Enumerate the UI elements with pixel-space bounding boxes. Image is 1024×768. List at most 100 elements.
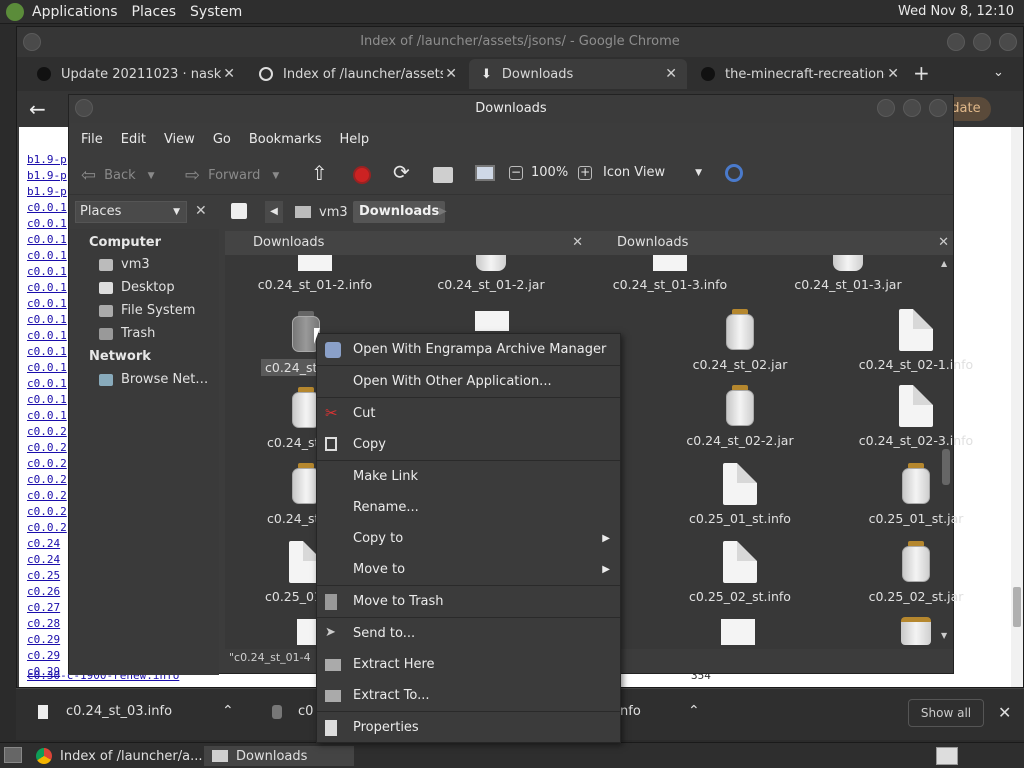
file-link[interactable]: c0.24: [27, 553, 60, 566]
chrome-menu-button[interactable]: [23, 33, 41, 51]
file-item[interactable]: c0.24_st_02.jar: [665, 309, 815, 372]
taskbar-chrome[interactable]: Index of /launcher/a...: [36, 746, 203, 766]
menu-file[interactable]: File: [81, 132, 103, 147]
tab-update[interactable]: Update 20211023 · nasko22 ✕: [25, 59, 245, 89]
file-item[interactable]: c0.24_st_02-3.info: [841, 385, 991, 448]
chevron-up-icon[interactable]: ⌃: [688, 703, 700, 719]
menu-item-open-with-engrampa[interactable]: Open With Engrampa Archive Manager: [317, 334, 620, 365]
menu-edit[interactable]: Edit: [121, 132, 146, 147]
download-item-2[interactable]: c0: [298, 704, 313, 719]
mate-logo-icon[interactable]: [6, 2, 24, 21]
file-item[interactable]: c0.24_st_01-3.jar: [773, 255, 923, 292]
file-item[interactable]: c0.24_st_01-2.jar: [421, 255, 561, 292]
file-link[interactable]: b1.9-p: [27, 185, 67, 198]
menu-help[interactable]: Help: [339, 132, 369, 147]
path-segment-downloads[interactable]: Downloads: [353, 201, 446, 223]
taskbar-downloads[interactable]: Downloads: [204, 746, 354, 766]
chevron-down-icon[interactable]: ▼: [148, 171, 155, 181]
file-link[interactable]: c0.29: [27, 649, 60, 662]
file-link[interactable]: c0.0.1: [27, 217, 67, 230]
file-link[interactable]: c0.0.2: [27, 441, 67, 454]
menu-view[interactable]: View: [164, 132, 195, 147]
file-link[interactable]: c0.27: [27, 601, 60, 614]
home-icon[interactable]: [433, 167, 453, 183]
sidebar-item-desktop[interactable]: Desktop: [99, 280, 175, 295]
path-right-arrow[interactable]: ▶: [439, 201, 451, 223]
menu-item-extract-here[interactable]: Extract Here: [317, 649, 620, 680]
show-all-button[interactable]: Show all: [908, 699, 984, 727]
chrome-minimize-button[interactable]: [947, 33, 965, 51]
close-icon[interactable]: ✕: [938, 235, 949, 250]
back-button[interactable]: ⇦ Back ▼: [81, 165, 155, 186]
file-link[interactable]: c0.0.1: [27, 249, 67, 262]
file-link[interactable]: c0.0.2: [27, 425, 67, 438]
menu-item-copy[interactable]: Copy: [317, 429, 620, 460]
file-link[interactable]: c0.29: [27, 633, 60, 646]
scroll-down-icon[interactable]: ▼: [941, 631, 947, 640]
close-icon[interactable]: ✕: [223, 66, 235, 82]
sidebar-item-trash[interactable]: Trash: [99, 326, 155, 341]
close-icon[interactable]: ✕: [445, 66, 457, 82]
file-link[interactable]: c0.0.1: [27, 393, 67, 406]
close-icon[interactable]: ✕: [195, 203, 207, 219]
view-selector[interactable]: Icon View ▼: [603, 165, 702, 180]
zoom-control[interactable]: − 100% +: [509, 165, 593, 180]
file-link[interactable]: c0.0.1: [27, 233, 67, 246]
caja-menu-button[interactable]: [75, 99, 93, 117]
caja-maximize-button[interactable]: [903, 99, 921, 117]
file-link[interactable]: c0.0.1: [27, 265, 67, 278]
page-scrollbar[interactable]: [1011, 127, 1023, 687]
menu-item-send-to[interactable]: ➤ Send to...: [317, 618, 620, 649]
file-link[interactable]: c0.26: [27, 585, 60, 598]
file-link[interactable]: b1.9-p: [27, 169, 67, 182]
file-link[interactable]: c0.0.1: [27, 377, 67, 390]
applications-menu[interactable]: Applications: [32, 4, 118, 20]
menu-item-move-to-trash[interactable]: Move to Trash: [317, 586, 620, 617]
file-link[interactable]: c0.0.2: [27, 489, 67, 502]
download-item-1[interactable]: c0.24_st_03.info: [66, 704, 172, 719]
file-link[interactable]: c0.0.1: [27, 409, 67, 422]
file-item[interactable]: c0.25_01_st.jar: [841, 463, 991, 526]
download-item-3[interactable]: nfo: [620, 704, 641, 719]
file-link[interactable]: b1.9-p: [27, 153, 67, 166]
scroll-up-icon[interactable]: ▲: [941, 259, 951, 268]
menu-item-move-to[interactable]: Move to ▶: [317, 554, 620, 585]
forward-button[interactable]: ⇨ Forward ▼: [185, 165, 279, 186]
up-icon[interactable]: ⇧: [311, 161, 328, 185]
file-link[interactable]: c0.0.2: [27, 473, 67, 486]
menu-item-copy-to[interactable]: Copy to ▶: [317, 523, 620, 554]
tab-search-icon[interactable]: ⌄: [993, 65, 1004, 80]
sidebar-item-vm3[interactable]: vm3: [99, 257, 150, 272]
new-tab-button[interactable]: +: [913, 61, 930, 85]
chevron-down-icon[interactable]: ▼: [272, 171, 279, 181]
close-icon[interactable]: ✕: [572, 235, 583, 250]
file-item[interactable]: c0.25_02_st.info: [665, 541, 815, 604]
path-segment-vm3[interactable]: vm3: [289, 201, 354, 223]
chrome-close-button[interactable]: [999, 33, 1017, 51]
file-link[interactable]: c0.0.2: [27, 457, 67, 470]
file-link[interactable]: c0.25: [27, 569, 60, 582]
zoom-in-icon[interactable]: +: [578, 165, 593, 180]
show-desktop-icon[interactable]: [4, 747, 22, 763]
clock[interactable]: Wed Nov 8, 12:10: [898, 4, 1014, 19]
search-icon[interactable]: [725, 164, 743, 182]
file-link[interactable]: c0.0.1: [27, 329, 67, 342]
reload-icon[interactable]: ⟳: [393, 160, 410, 184]
menu-item-rename[interactable]: Rename...: [317, 492, 620, 523]
file-link[interactable]: c0.0.1: [27, 201, 67, 214]
file-item[interactable]: c0.24_st_02-2.jar: [665, 385, 815, 448]
sidebar-item-browse-network[interactable]: Browse Net…: [99, 372, 208, 387]
tab-downloads[interactable]: ⬇ Downloads ✕: [469, 59, 687, 89]
file-link[interactable]: c0.28: [27, 617, 60, 630]
close-icon[interactable]: ✕: [887, 66, 899, 82]
path-left-arrow[interactable]: ◀: [265, 201, 283, 223]
sidebar-selector[interactable]: Places ▼: [75, 201, 187, 223]
places-menu[interactable]: Places: [132, 4, 177, 20]
file-link[interactable]: c0.24: [27, 537, 60, 550]
back-arrow-icon[interactable]: ←: [29, 97, 46, 121]
menu-item-extract-to[interactable]: Extract To...: [317, 680, 620, 711]
computer-icon[interactable]: [475, 165, 495, 181]
file-link[interactable]: c0.0.1: [27, 281, 67, 294]
tab-minecraft[interactable]: the-minecraft-recreation- ✕: [689, 59, 909, 89]
tab-index[interactable]: Index of /launcher/assets/j ✕: [247, 59, 467, 89]
